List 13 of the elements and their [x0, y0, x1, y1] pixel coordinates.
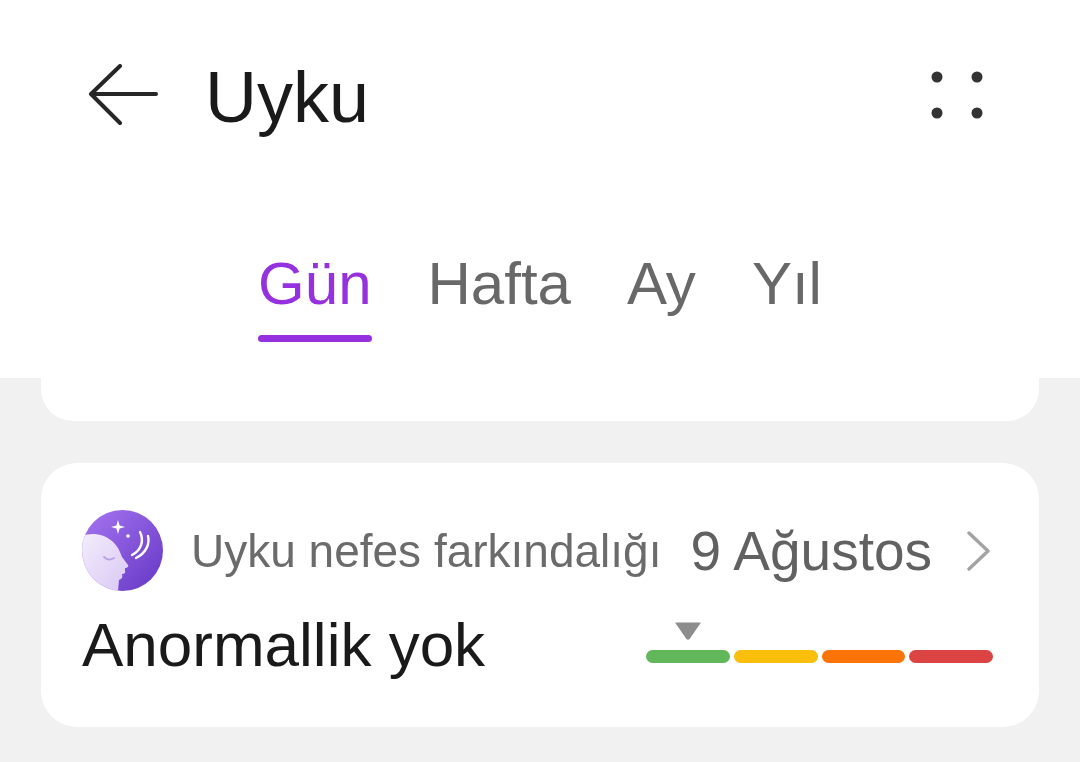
chevron-right-icon [966, 530, 992, 571]
page-title: Uyku [205, 56, 370, 139]
card[interactable]: Uyku nefes farkındalığı 9 Ağustos Anormallik yok [41, 463, 1039, 727]
dots-menu-icon[interactable] [931, 71, 983, 119]
period-tab[interactable]: Hafta [427, 248, 571, 342]
back-arrow-icon[interactable] [88, 64, 158, 126]
period-tab[interactable]: Ay [626, 248, 696, 342]
date-label: 9 Ağustos [690, 518, 933, 584]
card-title: Uyku nefes farkındalığı [191, 523, 662, 579]
status-text: Anormallik yok [82, 609, 486, 681]
period-tab[interactable]: Yıl [751, 248, 822, 342]
period-tab[interactable]: Gün [258, 248, 372, 342]
sleeping-face-icon [82, 510, 163, 591]
